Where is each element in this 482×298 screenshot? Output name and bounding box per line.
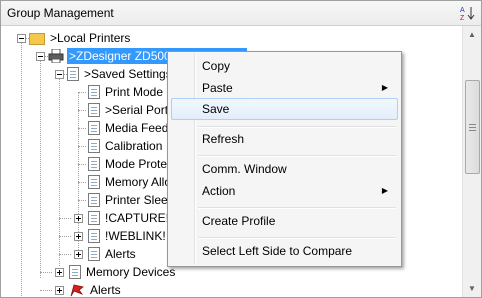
scroll-thumb[interactable] bbox=[465, 80, 480, 174]
tree-node-label: >Local Printers bbox=[50, 31, 131, 45]
expander-capture[interactable] bbox=[74, 214, 83, 223]
menu-item-select-left-side[interactable]: Select Left Side to Compare bbox=[171, 240, 398, 262]
expander-weblink[interactable] bbox=[74, 232, 83, 241]
tree-node-capture[interactable]: !CAPTURE! bbox=[88, 209, 171, 227]
vertical-scrollbar[interactable]: ▲ ▼ bbox=[462, 26, 481, 297]
document-icon bbox=[67, 67, 79, 81]
scroll-down-button[interactable]: ▼ bbox=[463, 280, 481, 297]
expander-alerts-child[interactable] bbox=[74, 250, 83, 259]
expander-alerts[interactable] bbox=[55, 286, 64, 295]
document-icon bbox=[88, 229, 100, 243]
expander-printer[interactable] bbox=[36, 52, 45, 61]
tree-node-saved-settings[interactable]: >Saved Settings bbox=[67, 65, 174, 83]
tree-node-local-printers[interactable]: >Local Printers bbox=[29, 29, 132, 47]
tree-node-label: Printer Sleep bbox=[105, 193, 175, 207]
menu-item-action[interactable]: Action ▶ bbox=[171, 180, 398, 202]
tree-node-alerts-child[interactable]: Alerts bbox=[88, 245, 138, 263]
document-icon bbox=[88, 121, 100, 135]
menu-item-label: Refresh bbox=[202, 132, 245, 146]
menu-item-paste[interactable]: Paste ▶ bbox=[171, 77, 398, 99]
tree-node-label: Print Mode bbox=[105, 85, 164, 99]
tree-node-memory-devices[interactable]: Memory Devices bbox=[69, 263, 177, 281]
document-icon bbox=[88, 139, 100, 153]
alert-flag-icon bbox=[70, 284, 84, 297]
tree-node-label: Calibration bbox=[105, 139, 163, 153]
document-icon bbox=[88, 211, 100, 225]
sort-az-icon[interactable]: A Z bbox=[459, 5, 475, 21]
tree-node-label: Alerts bbox=[90, 283, 121, 297]
group-management-panel: Group Management A Z >Local Printers >ZD… bbox=[0, 0, 482, 298]
context-menu: Copy Paste ▶ Save Refresh Comm. Window A… bbox=[167, 51, 402, 267]
tree-node-memory-alloc[interactable]: Memory Alloc bbox=[88, 173, 179, 191]
document-icon bbox=[69, 265, 81, 279]
menu-item-copy[interactable]: Copy bbox=[171, 55, 398, 77]
tree-node-calibration[interactable]: Calibration bbox=[88, 137, 164, 155]
tree-node-label: >Saved Settings bbox=[84, 67, 172, 81]
tree-node-serial-port[interactable]: >Serial Port bbox=[88, 101, 170, 119]
tree-node-label: Alerts bbox=[105, 247, 136, 261]
menu-separator bbox=[198, 207, 396, 209]
menu-item-label: Copy bbox=[202, 59, 231, 73]
tree-node-label: Memory Devices bbox=[86, 265, 176, 279]
menu-separator bbox=[198, 155, 396, 157]
document-icon bbox=[88, 103, 100, 117]
submenu-arrow-icon: ▶ bbox=[381, 186, 388, 195]
tree-node-weblink[interactable]: !WEBLINK! bbox=[88, 227, 168, 245]
menu-item-refresh[interactable]: Refresh bbox=[171, 128, 398, 150]
menu-item-label: Paste bbox=[202, 81, 233, 95]
document-icon bbox=[88, 193, 100, 207]
menu-item-label: Select Left Side to Compare bbox=[202, 244, 353, 258]
tree-node-label: Media Feed bbox=[105, 121, 169, 135]
expander-saved-settings[interactable] bbox=[55, 70, 64, 79]
menu-item-create-profile[interactable]: Create Profile bbox=[171, 210, 398, 232]
document-icon bbox=[88, 175, 100, 189]
expander-memory-devices[interactable] bbox=[55, 268, 64, 277]
tree-node-print-mode[interactable]: Print Mode bbox=[88, 83, 165, 101]
menu-item-label: Save bbox=[202, 102, 230, 116]
scroll-up-button[interactable]: ▲ bbox=[463, 26, 481, 43]
tree-node-alerts[interactable]: Alerts bbox=[69, 281, 123, 297]
tree-node-label: >Serial Port bbox=[105, 103, 169, 117]
document-icon bbox=[88, 247, 100, 261]
menu-item-label: Action bbox=[202, 184, 236, 198]
tree-node-label: !WEBLINK! bbox=[105, 229, 166, 243]
menu-item-save[interactable]: Save bbox=[171, 98, 398, 120]
panel-header: Group Management A Z bbox=[1, 1, 481, 26]
expander-local-printers[interactable] bbox=[17, 34, 26, 43]
tree-node-media-feed[interactable]: Media Feed bbox=[88, 119, 170, 137]
folder-icon bbox=[29, 33, 45, 45]
panel-title: Group Management bbox=[7, 6, 114, 20]
submenu-arrow-icon: ▶ bbox=[381, 83, 388, 92]
document-icon bbox=[88, 157, 100, 171]
tree-node-printer-sleep[interactable]: Printer Sleep bbox=[88, 191, 176, 209]
menu-item-label: Create Profile bbox=[202, 214, 276, 228]
printer-icon bbox=[48, 49, 64, 63]
svg-text:Z: Z bbox=[460, 15, 465, 21]
document-icon bbox=[88, 85, 100, 99]
svg-text:A: A bbox=[460, 7, 465, 14]
menu-item-label: Comm. Window bbox=[202, 162, 287, 176]
menu-separator bbox=[198, 237, 396, 239]
menu-item-comm-window[interactable]: Comm. Window bbox=[171, 158, 398, 180]
tree-node-label: !CAPTURE! bbox=[105, 211, 170, 225]
